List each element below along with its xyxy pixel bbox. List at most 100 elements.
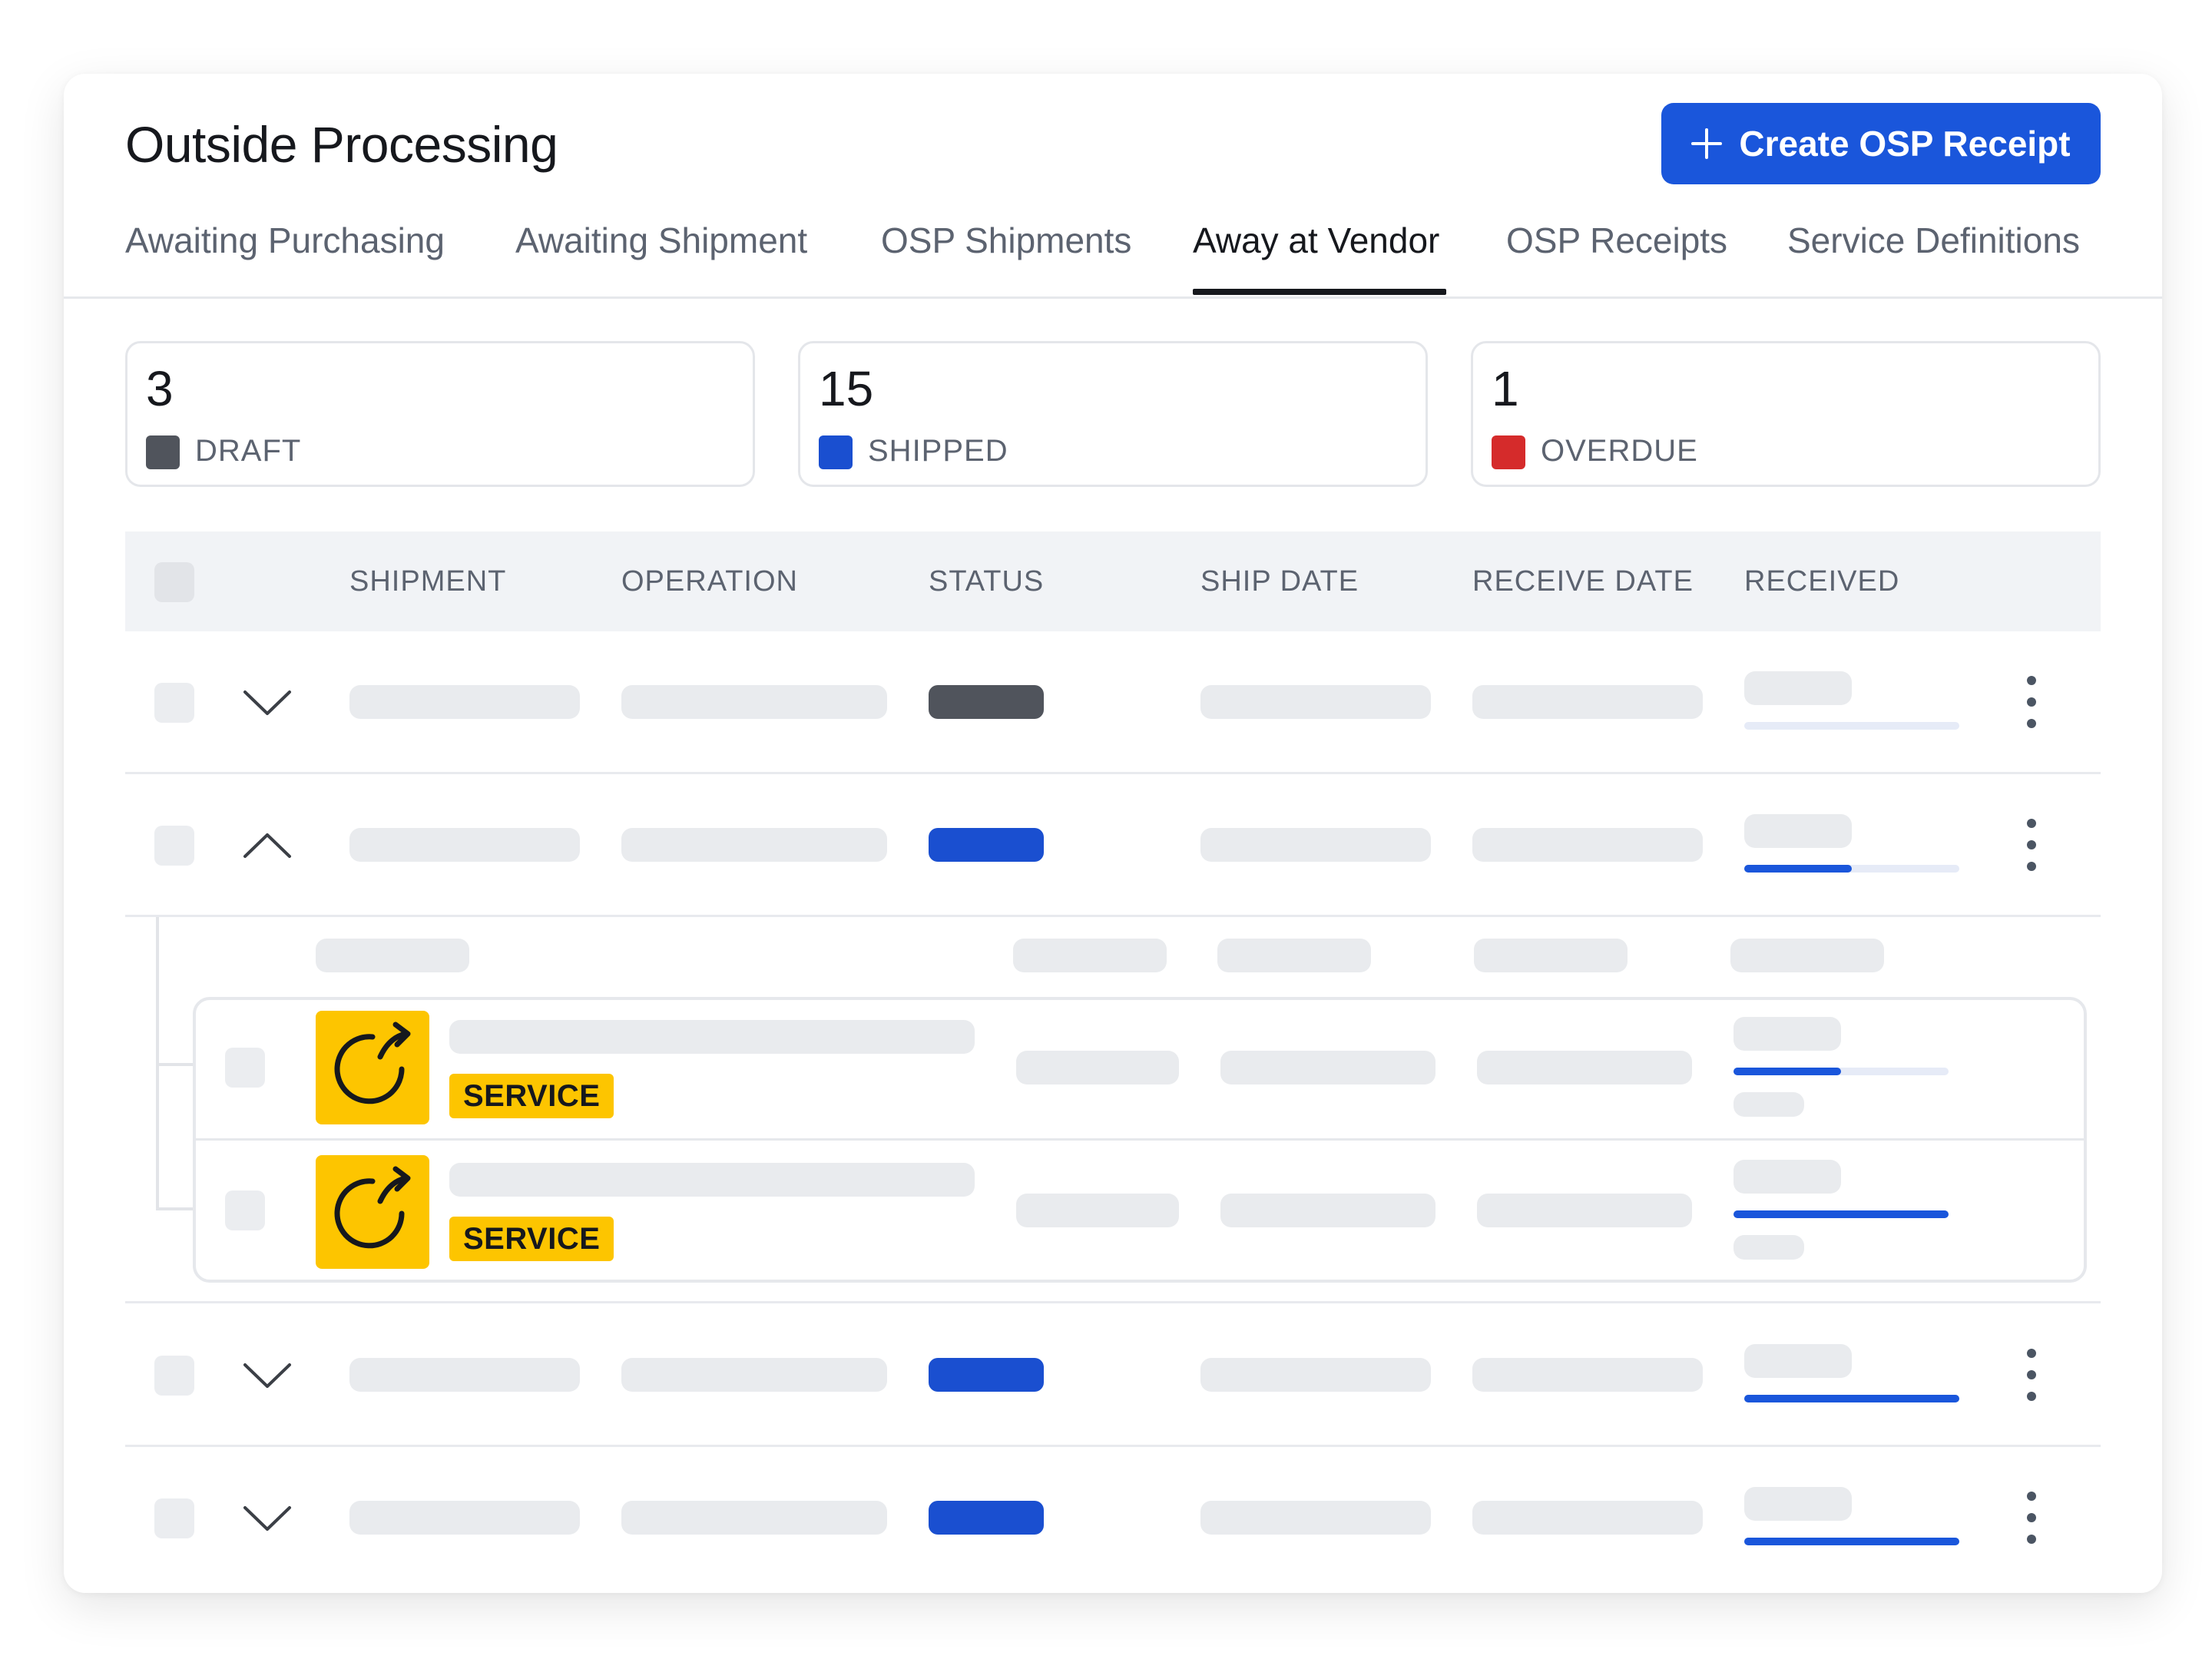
table-row[interactable] <box>125 1304 2101 1447</box>
stat-card-overdue[interactable]: 1 OVERDUE <box>1471 341 2101 487</box>
service-badge: SERVICE <box>449 1217 614 1261</box>
ship-date-placeholder <box>1016 1051 1179 1084</box>
select-all-checkbox[interactable] <box>154 562 194 602</box>
outside-processing-card: Outside Processing Create OSP Receipt Aw… <box>64 74 2162 1593</box>
tab-awaiting-shipment[interactable]: Awaiting Shipment <box>515 220 807 261</box>
received-progress-fill <box>1744 865 1852 873</box>
operation-placeholder <box>621 1501 887 1535</box>
received-placeholder <box>1744 671 1852 705</box>
ship-date-placeholder <box>1200 828 1431 862</box>
status-pill <box>929 828 1044 862</box>
tab-bar: Awaiting Purchasing Awaiting Shipment OS… <box>64 74 2162 300</box>
table-header: SHIPMENT OPERATION STATUS SHIP DATE RECE… <box>125 531 2101 631</box>
received-sub-placeholder <box>1734 1092 1804 1117</box>
row-checkbox[interactable] <box>154 1356 194 1396</box>
column-header-status[interactable]: STATUS <box>929 565 1044 598</box>
received-placeholder <box>1744 1487 1852 1521</box>
stat-card-shipped[interactable]: 15 SHIPPED <box>798 341 1428 487</box>
service-items-panel: SERVICE SERVICE <box>193 997 2087 1283</box>
status-pill <box>929 1501 1044 1535</box>
operation-placeholder <box>621 1358 887 1392</box>
tree-connector-branch <box>156 1207 194 1210</box>
sub-row-checkbox[interactable] <box>225 1048 265 1088</box>
status-swatch <box>1492 435 1525 469</box>
receive-date-placeholder <box>1220 1051 1435 1084</box>
service-badge: SERVICE <box>449 1074 614 1118</box>
received-progress-bar <box>1744 865 1959 873</box>
service-cycle-arrow-icon <box>316 1155 429 1269</box>
stat-card-draft[interactable]: 3 DRAFT <box>125 341 755 487</box>
item-name-placeholder <box>449 1020 975 1054</box>
stat-value: 15 <box>819 361 874 416</box>
received-progress-bar <box>1744 1395 1959 1402</box>
receive-date-placeholder <box>1472 1358 1703 1392</box>
stat-value: 3 <box>146 361 174 416</box>
tab-service-definitions[interactable]: Service Definitions <box>1787 220 2080 261</box>
tab-osp-receipts[interactable]: OSP Receipts <box>1506 220 1727 261</box>
service-cycle-arrow-icon <box>316 1011 429 1124</box>
operation-placeholder <box>621 685 887 719</box>
received-header-placeholder <box>1730 939 1884 972</box>
kebab-menu-icon[interactable] <box>2025 676 2038 730</box>
received-progress-bar <box>1744 1538 1959 1545</box>
sub-row-divider <box>196 1138 2084 1141</box>
ship-date-placeholder <box>1200 685 1431 719</box>
receive-date-placeholder <box>1472 685 1703 719</box>
chevron-down-icon[interactable] <box>240 1503 294 1534</box>
column-header-ship-date[interactable]: SHIP DATE <box>1200 565 1359 598</box>
table-row[interactable] <box>125 774 2101 917</box>
received-progress-bar <box>1744 722 1959 730</box>
ship-date-placeholder <box>1200 1358 1431 1392</box>
sub-row-checkbox[interactable] <box>225 1190 265 1230</box>
tab-osp-shipments[interactable]: OSP Shipments <box>881 220 1131 261</box>
table-row[interactable] <box>125 631 2101 774</box>
stat-label: DRAFT <box>195 434 302 468</box>
group-label-placeholder <box>316 939 469 972</box>
tree-connector-branch <box>156 1063 194 1066</box>
received-placeholder <box>1734 1160 1841 1194</box>
status-pill <box>929 1358 1044 1392</box>
chevron-up-icon[interactable] <box>240 830 294 861</box>
kebab-menu-icon[interactable] <box>2025 819 2038 873</box>
tab-away-at-vendor[interactable]: Away at Vendor <box>1193 220 1439 261</box>
ship-date-header-placeholder <box>1013 939 1167 972</box>
chevron-down-icon[interactable] <box>240 687 294 718</box>
received-progress-fill <box>1734 1068 1841 1075</box>
row-checkbox[interactable] <box>154 826 194 866</box>
row-checkbox[interactable] <box>154 683 194 723</box>
received-progress-bar <box>1734 1210 1949 1218</box>
received-progress-fill <box>1744 1395 1959 1402</box>
kebab-menu-icon[interactable] <box>2025 1349 2038 1402</box>
received-progress-fill <box>1744 1538 1959 1545</box>
status-swatch <box>819 435 853 469</box>
shipment-placeholder <box>349 1501 580 1535</box>
column-header-received[interactable]: RECEIVED <box>1744 565 1899 598</box>
stat-label: OVERDUE <box>1541 434 1698 468</box>
stat-value: 1 <box>1492 361 1519 416</box>
table-row[interactable] <box>125 1447 2101 1590</box>
column-header-receive-date[interactable]: RECEIVE DATE <box>1472 565 1694 598</box>
received-placeholder <box>1744 814 1852 848</box>
received-placeholder <box>1734 1017 1841 1051</box>
status-swatch <box>146 435 180 469</box>
active-tab-underline <box>1193 289 1446 295</box>
row-checkbox[interactable] <box>154 1498 194 1538</box>
receive-date-placeholder <box>1472 1501 1703 1535</box>
stat-label: SHIPPED <box>868 434 1008 468</box>
chevron-down-icon[interactable] <box>240 1360 294 1391</box>
ship-date-placeholder <box>1200 1501 1431 1535</box>
kebab-menu-icon[interactable] <box>2025 1492 2038 1545</box>
quantity-header-placeholder <box>1474 939 1628 972</box>
tabs-divider <box>64 296 2162 299</box>
tab-awaiting-purchasing[interactable]: Awaiting Purchasing <box>125 220 445 261</box>
column-header-operation[interactable]: OPERATION <box>621 565 798 598</box>
column-header-shipment[interactable]: SHIPMENT <box>349 565 506 598</box>
received-sub-placeholder <box>1734 1235 1804 1260</box>
receive-date-header-placeholder <box>1217 939 1371 972</box>
status-pill <box>929 685 1044 719</box>
item-name-placeholder <box>449 1163 975 1197</box>
quantity-placeholder <box>1477 1194 1692 1227</box>
quantity-placeholder <box>1477 1051 1692 1084</box>
received-placeholder <box>1744 1344 1852 1378</box>
shipment-placeholder <box>349 828 580 862</box>
